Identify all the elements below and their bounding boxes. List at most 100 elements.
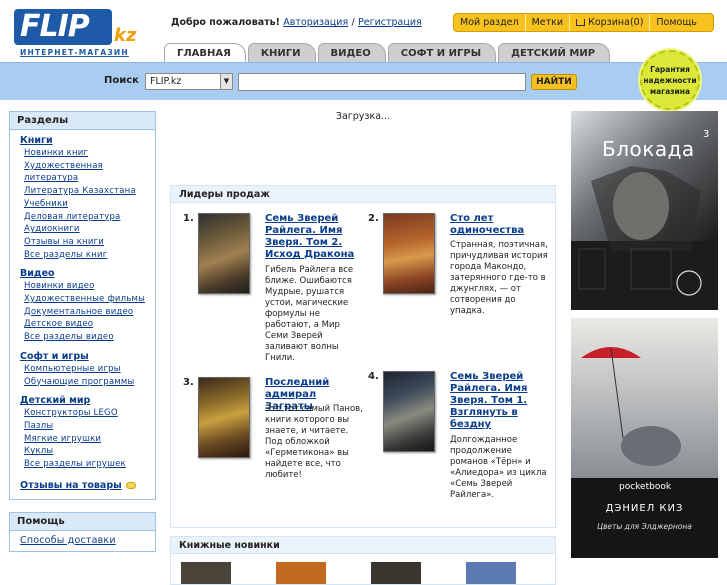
- search-input[interactable]: [238, 73, 526, 91]
- sidebar-item-dolls[interactable]: Куклы: [20, 445, 155, 458]
- my-section-link[interactable]: Мой раздел: [454, 14, 526, 31]
- reviews-label: Отзывы на товары: [20, 479, 122, 491]
- bestseller-description: Долгожданное продолжение романов «Тёрн» …: [450, 435, 547, 500]
- bestseller-item: 3. Последний адмирал Заграты Это тот сам…: [183, 377, 373, 527]
- cart-label: Корзина(0): [588, 17, 644, 28]
- category-reviews[interactable]: Отзывы на товары: [20, 479, 155, 492]
- sidebar-item-all-video[interactable]: Все разделы видео: [20, 331, 155, 344]
- chevron-down-icon[interactable]: ▼: [220, 74, 232, 89]
- loading-text: Загрузка...: [335, 111, 391, 122]
- logo-text: FLIP: [14, 9, 112, 45]
- bestseller-rank: 1.: [183, 213, 194, 224]
- blokada-superscript: 3: [703, 129, 710, 140]
- top-menu: Мой раздел Метки Корзина(0) Помощь: [453, 13, 714, 32]
- guarantee-badge[interactable]: Гарантия надежности магазина: [640, 50, 700, 110]
- sidebar-item-kids-video[interactable]: Детское видео: [20, 318, 155, 331]
- book-cover[interactable]: [198, 213, 250, 294]
- sidebar-item-audiobooks[interactable]: Аудиокниги: [20, 223, 155, 236]
- sidebar-item-puzzles[interactable]: Пазлы: [20, 420, 155, 433]
- new-books-block: Книжные новинки: [170, 536, 556, 585]
- help-item-delivery[interactable]: Способы доставки: [20, 535, 155, 548]
- login-link[interactable]: Авторизация: [283, 17, 348, 28]
- tab-books[interactable]: КНИГИ: [247, 43, 316, 63]
- help-list: Способы доставки: [10, 531, 155, 552]
- tab-kids[interactable]: ДЕТСКИЙ МИР: [498, 43, 611, 63]
- cart-icon: [576, 19, 586, 26]
- register-link[interactable]: Регистрация: [358, 17, 422, 28]
- bestseller-rank: 4.: [368, 371, 379, 382]
- sections-title: Разделы: [10, 112, 155, 130]
- main-content: Загрузка... Лидеры продаж 1. Семь Зверей…: [170, 111, 556, 585]
- help-title: Помощь: [10, 512, 155, 531]
- sidebar-item-lego[interactable]: Конструкторы LEGO: [20, 407, 155, 420]
- sidebar-item-new-video[interactable]: Новинки видео: [20, 280, 155, 293]
- sidebar-item-all-books[interactable]: Все разделы книг: [20, 249, 155, 262]
- help-link[interactable]: Помощь: [650, 14, 702, 31]
- logo-subtitle: ИНТЕРНЕТ-МАГАЗИН: [20, 48, 129, 57]
- search-label: Поиск: [104, 75, 139, 86]
- bestseller-title[interactable]: Семь Зверей Райлега. Имя Зверя. Том 2. И…: [265, 213, 365, 261]
- sidebar-item-feature-films[interactable]: Художественные фильмы: [20, 293, 155, 306]
- sidebar-item-new-books[interactable]: Новинки книг: [20, 147, 155, 160]
- bestseller-title[interactable]: Семь Зверей Райлега. Имя Зверя. Том 1. В…: [450, 371, 550, 431]
- main-tabs: ГЛАВНАЯ КНИГИ ВИДЕО СОФТ И ИГРЫ ДЕТСКИЙ …: [164, 43, 612, 63]
- new-books-title: Книжные новинки: [171, 537, 555, 554]
- help-panel: Помощь Способы доставки: [9, 511, 156, 553]
- sidebar-item-kazakhstan-lit[interactable]: Литература Казахстана: [20, 185, 155, 198]
- sidebar-item-all-toys[interactable]: Все разделы игрушек: [20, 458, 155, 471]
- new-books-covers: [171, 554, 555, 584]
- blokada-title: Блокада: [602, 137, 695, 161]
- bestseller-title[interactable]: Сто лет одиночества: [450, 213, 550, 237]
- bestseller-item: 4. Семь Зверей Райлега. Имя Зверя. Том 1…: [368, 371, 558, 521]
- bestseller-description: Странная, поэтичная, причудливая история…: [450, 240, 548, 316]
- site-logo[interactable]: FLIP kz ИНТЕРНЕТ-МАГАЗИН: [14, 9, 144, 57]
- search-button[interactable]: НАЙТИ: [531, 74, 577, 90]
- category-video[interactable]: Видео: [20, 267, 155, 280]
- search-scope-select[interactable]: FLIP.kz ▼: [145, 73, 233, 90]
- sidebar-item-business[interactable]: Деловая литература: [20, 211, 155, 224]
- bestsellers-block: Лидеры продаж 1. Семь Зверей Райлега. Им…: [170, 185, 556, 528]
- search-bar: Поиск FLIP.kz ▼ НАЙТИ: [0, 62, 727, 100]
- sidebar-item-soft-toys[interactable]: Мягкие игрушки: [20, 433, 155, 446]
- book-cover[interactable]: [466, 562, 516, 584]
- bestseller-rank: 2.: [368, 213, 379, 224]
- book-cover[interactable]: [181, 562, 231, 584]
- sidebar-item-book-reviews[interactable]: Отзывы на книги: [20, 236, 155, 249]
- sidebar-item-documentary[interactable]: Документальное видео: [20, 306, 155, 319]
- bestseller-rank: 3.: [183, 377, 194, 388]
- tab-home[interactable]: ГЛАВНАЯ: [164, 43, 246, 63]
- welcome-line: Добро пожаловать! Авторизация / Регистра…: [171, 17, 422, 28]
- book-cover[interactable]: [276, 562, 326, 584]
- sidebar-item-edu-software[interactable]: Обучающие программы: [20, 376, 155, 389]
- bestsellers-grid: 1. Семь Зверей Райлега. Имя Зверя. Том 2…: [171, 203, 555, 527]
- bestseller-description: Это тот самый Панов, книги которого вы з…: [265, 404, 363, 480]
- book-cover[interactable]: [383, 371, 435, 452]
- tab-video[interactable]: ВИДЕО: [317, 43, 386, 63]
- welcome-text: Добро пожаловать!: [171, 17, 280, 28]
- book-cover[interactable]: [198, 377, 250, 458]
- site-header: FLIP kz ИНТЕРНЕТ-МАГАЗИН Добро пожаловат…: [0, 0, 727, 63]
- tab-soft-games[interactable]: СОФТ И ИГРЫ: [387, 43, 497, 63]
- ad-banner-pocketbook[interactable]: pocketbook ДЭНИЕЛ КИЗ Цветы для Элджерно…: [571, 318, 718, 558]
- sections-panel: Разделы Книги Новинки книг Художественна…: [9, 111, 156, 500]
- pocketbook-brand: pocketbook: [619, 482, 672, 492]
- left-column: Разделы Книги Новинки книг Художественна…: [9, 111, 156, 564]
- book-cover[interactable]: [371, 562, 421, 584]
- logo-suffix: kz: [114, 25, 137, 46]
- category-kids[interactable]: Детский мир: [20, 394, 155, 407]
- tags-link[interactable]: Метки: [526, 14, 571, 31]
- bestseller-item: 2. Сто лет одиночества Странная, поэтичн…: [368, 213, 558, 363]
- bestseller-description: Гибель Райлега все ближе. Ошибаются Мудр…: [265, 265, 354, 363]
- book-cover[interactable]: [383, 213, 435, 294]
- cart-link[interactable]: Корзина(0): [570, 14, 651, 31]
- category-books[interactable]: Книги: [20, 134, 155, 147]
- search-scope-value: FLIP.kz: [150, 76, 182, 87]
- category-soft-games[interactable]: Софт и игры: [20, 350, 155, 363]
- ad-banner-blokada[interactable]: Блокада 3: [571, 111, 718, 310]
- sidebar-item-pc-games[interactable]: Компьютерные игры: [20, 363, 155, 376]
- sidebar-item-fiction[interactable]: Художественная литература: [20, 160, 154, 185]
- sections-list: Книги Новинки книг Художественная литера…: [10, 130, 155, 499]
- speech-bubble-icon: [125, 481, 136, 489]
- bestsellers-title: Лидеры продаж: [171, 186, 555, 203]
- sidebar-item-textbooks[interactable]: Учебники: [20, 198, 155, 211]
